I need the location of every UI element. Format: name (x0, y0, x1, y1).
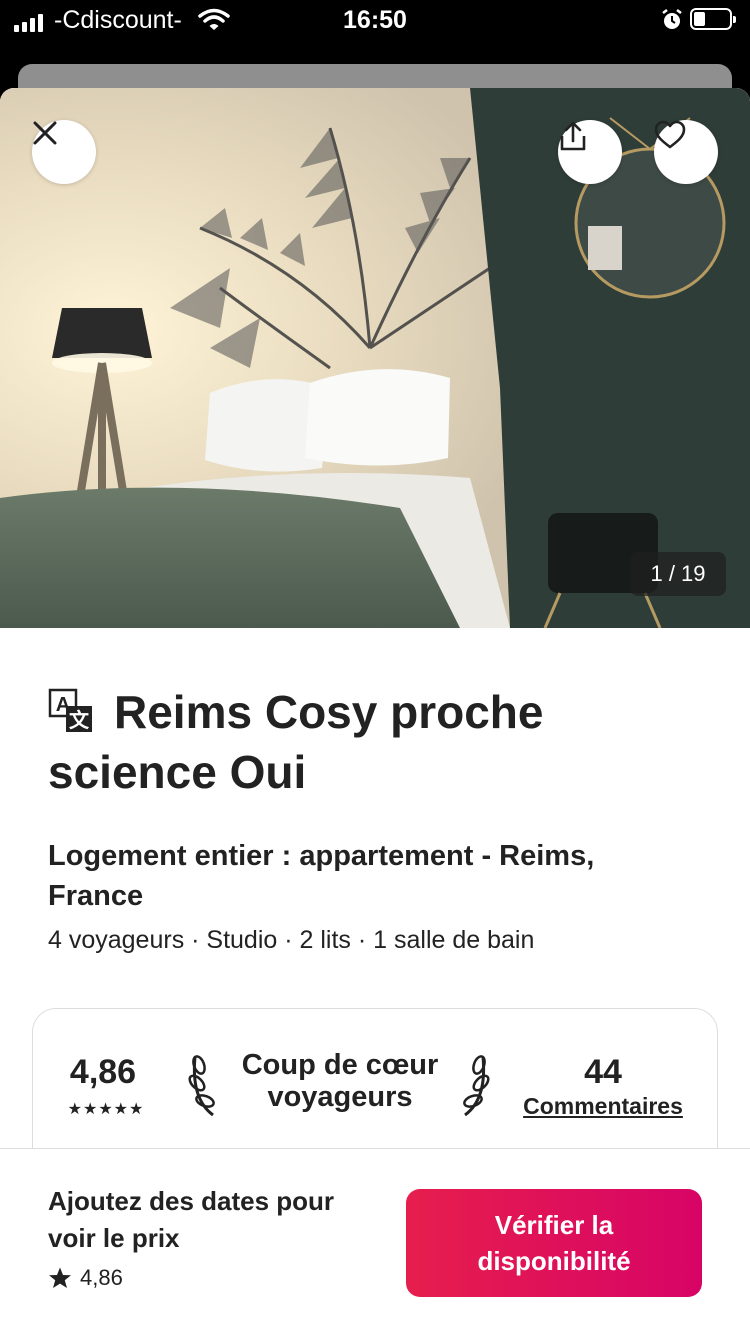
star-icon (49, 1267, 71, 1288)
bottom-rating: 4,86 (48, 1265, 123, 1291)
share-icon (560, 121, 586, 151)
status-time: 16:50 (343, 6, 407, 34)
listing-title: Reims Cosy proche science Oui (48, 686, 544, 798)
laurel-right-icon (463, 1055, 490, 1117)
listing-sheet: 1 / 19 A 文 Reims Cosy proche science Oui… (0, 88, 750, 1334)
price-prompt: Ajoutez des dates pour voir le prix (48, 1186, 335, 1253)
title-row: A 文 Reims Cosy proche science Oui (48, 682, 708, 802)
bottom-rating-value: 4,86 (80, 1265, 123, 1290)
alarm-icon (662, 9, 682, 29)
share-button[interactable] (558, 120, 622, 184)
bedroom-photo-illustration (0, 88, 750, 628)
star-rating: ★★★★★ (67, 1101, 145, 1118)
photo-counter: 1 / 19 (630, 552, 726, 596)
battery-icon (690, 8, 736, 30)
review-count: 44 (584, 1053, 622, 1091)
favorite-button[interactable] (654, 120, 718, 184)
heart-icon (654, 120, 686, 149)
laurel-left-icon (188, 1055, 215, 1117)
reviews-link[interactable]: Commentaires (517, 1093, 689, 1120)
listing-details: 4 voyageurs · Studio · 2 lits · 1 salle … (48, 926, 535, 954)
check-availability-button[interactable]: Vérifier la disponibilité (406, 1189, 702, 1297)
booking-bar: Ajoutez des dates pour voir le prix 4,86… (0, 1148, 750, 1334)
translate-icon[interactable]: A 文 (48, 688, 94, 734)
close-icon (33, 121, 57, 145)
listing-subtitle: Logement entier : appartement - Reims, F… (48, 840, 595, 912)
status-bar: -Cdiscount- 16:50 (0, 0, 750, 40)
listing-photo[interactable]: 1 / 19 (0, 88, 750, 628)
svg-text:文: 文 (69, 708, 90, 732)
guest-favorite-badge: Coup de cœur voyageurs (241, 1049, 439, 1113)
close-button[interactable] (32, 120, 96, 184)
rating-value: 4,86 (69, 1053, 137, 1091)
